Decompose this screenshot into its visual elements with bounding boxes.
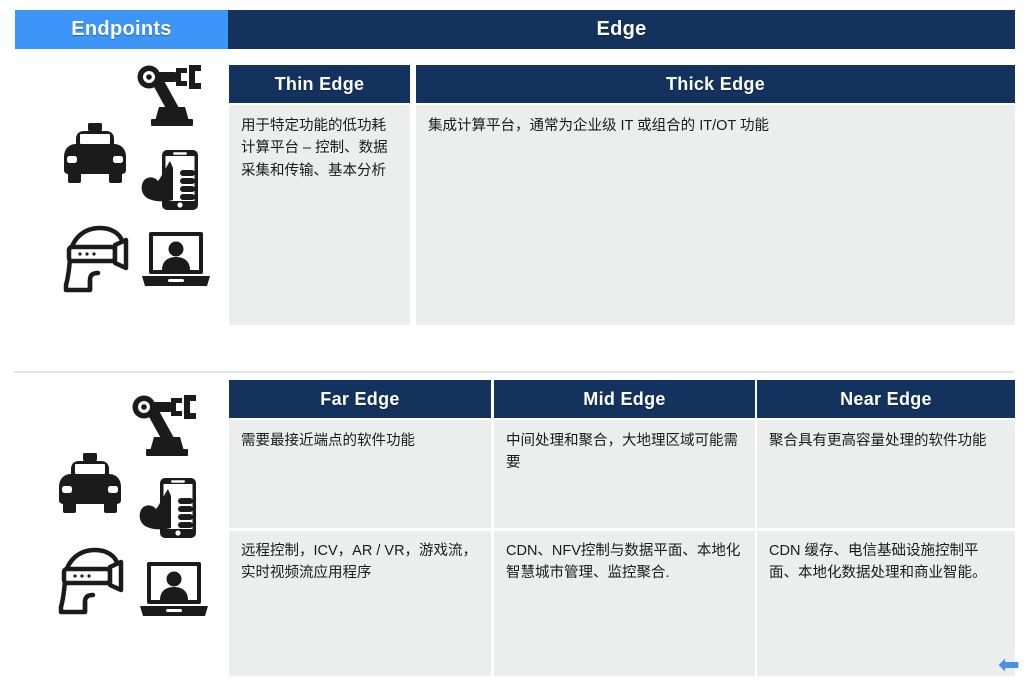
panel-far-edge-usecases: 远程控制，ICV，AR / VR，游戏流，实时视频流应用程序 — [229, 531, 491, 676]
sub-header-mid-edge[interactable]: Mid Edge — [494, 380, 755, 418]
taxi-car-icon — [60, 123, 130, 185]
back-arrow-icon[interactable]: ⬅ — [998, 651, 1024, 677]
vr-headset-icon — [55, 545, 127, 615]
sub-header-thick-edge[interactable]: Thick Edge — [416, 65, 1015, 103]
vr-headset-icon — [60, 223, 132, 293]
panel-thin-edge-description: 用于特定功能的低功耗计算平台 – 控制、数据采集和传输、基本分析 — [229, 105, 410, 325]
hand-smartphone-icon — [140, 150, 204, 212]
laptop-person-icon — [140, 230, 212, 292]
panel-thick-edge-description: 集成计算平台，通常为企业级 IT 或组合的 IT/OT 功能 — [416, 105, 1015, 325]
section-divider — [14, 371, 1014, 373]
sub-header-near-edge[interactable]: Near Edge — [757, 380, 1015, 418]
endpoint-icon-cluster-top — [55, 60, 230, 300]
panel-near-edge-definition: 聚合具有更高容量处理的软件功能 — [757, 420, 1015, 528]
endpoint-icon-cluster-bottom — [55, 385, 230, 635]
panel-mid-edge-usecases: CDN、NFV控制与数据平面、本地化智慧城市管理、监控聚合. — [494, 531, 755, 676]
panel-far-edge-definition: 需要最接近端点的软件功能 — [229, 420, 491, 528]
hand-smartphone-icon — [138, 478, 202, 540]
sub-header-far-edge[interactable]: Far Edge — [229, 380, 491, 418]
column-header-endpoints[interactable]: Endpoints — [15, 10, 228, 49]
column-header-edge[interactable]: Edge — [228, 10, 1015, 49]
panel-near-edge-usecases: CDN 缓存、电信基础设施控制平面、本地化数据处理和商业智能。 — [757, 531, 1015, 676]
diagram-canvas: Endpoints Edge Thin Edge Thick Edge 用于特定… — [0, 0, 1024, 681]
taxi-car-icon — [55, 453, 125, 515]
sub-header-thin-edge[interactable]: Thin Edge — [229, 65, 410, 103]
robotic-arm-icon — [130, 395, 200, 460]
laptop-person-icon — [138, 560, 210, 622]
panel-mid-edge-definition: 中间处理和聚合，大地理区域可能需要 — [494, 420, 755, 528]
robotic-arm-icon — [135, 65, 205, 130]
